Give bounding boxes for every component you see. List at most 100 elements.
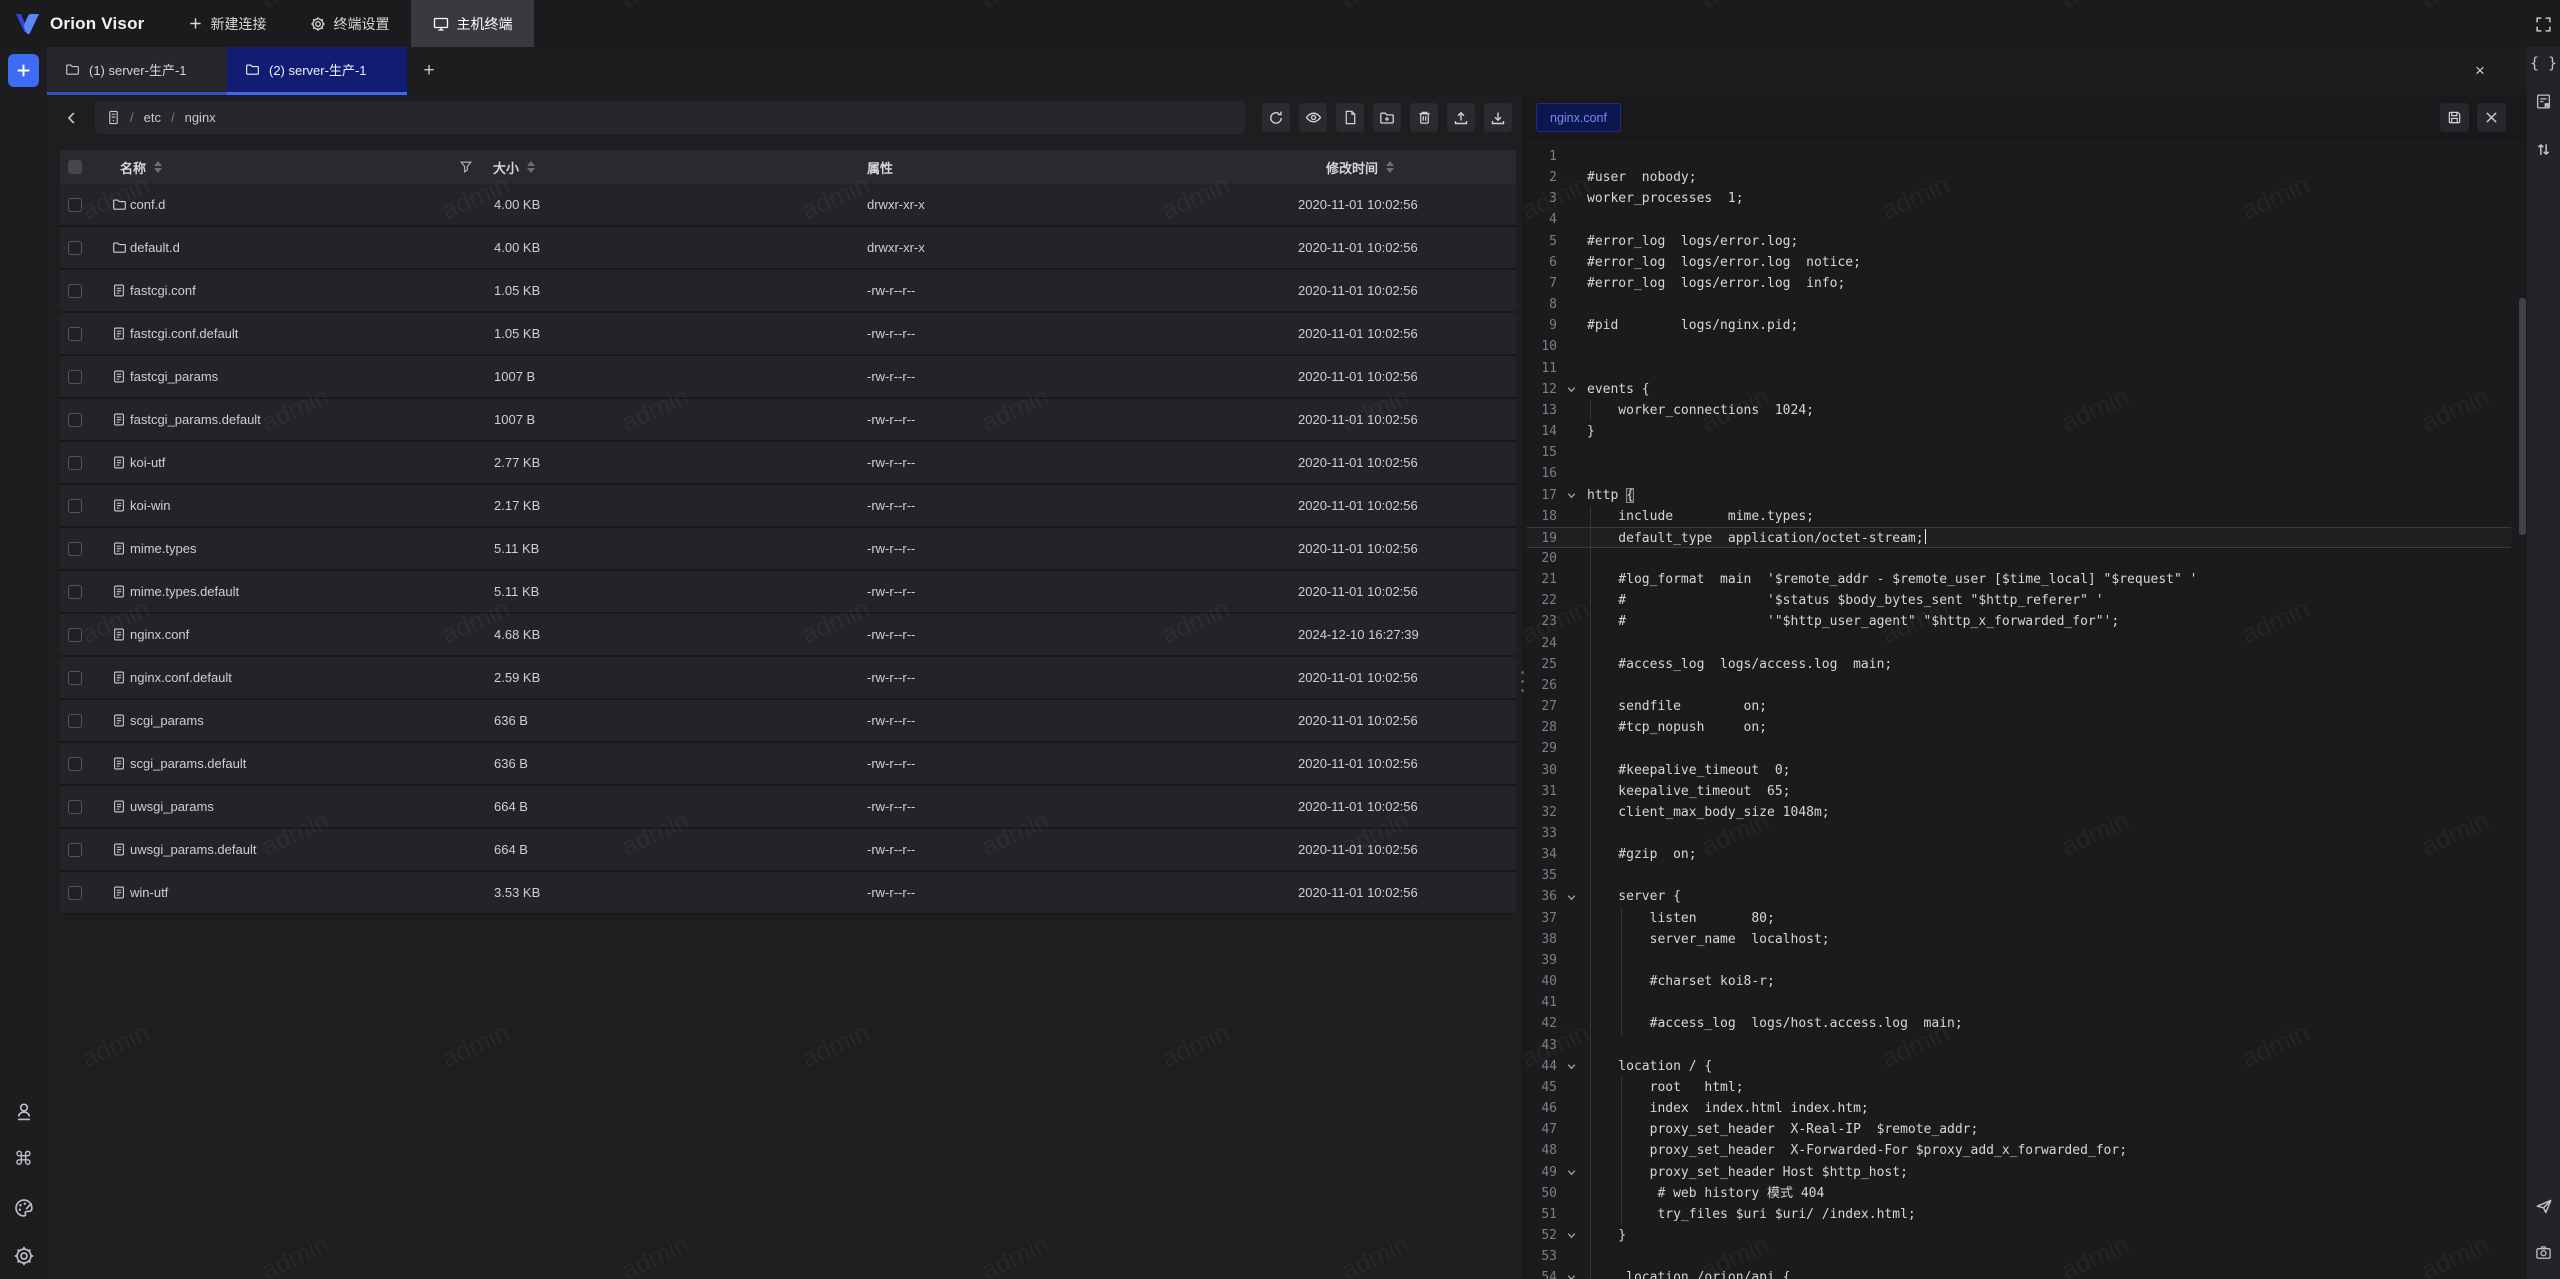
code-text[interactable]: #gzip on; bbox=[1581, 844, 2511, 865]
save-file-button[interactable] bbox=[2440, 103, 2469, 132]
code-text[interactable]: events { bbox=[1581, 379, 2511, 400]
file-name[interactable]: mime.types bbox=[130, 528, 196, 569]
upload-button[interactable] bbox=[1447, 103, 1475, 132]
row-checkbox[interactable] bbox=[68, 184, 82, 225]
column-header-name[interactable]: 名称 bbox=[120, 150, 162, 184]
file-name[interactable]: conf.d bbox=[130, 184, 165, 225]
file-name[interactable]: nginx.conf.default bbox=[130, 657, 232, 698]
code-text[interactable]: location /orion/api { bbox=[1581, 1267, 2511, 1279]
code-text[interactable] bbox=[1581, 146, 2511, 167]
close-panel-button[interactable]: × bbox=[2470, 61, 2490, 81]
saved-commands-button[interactable] bbox=[2530, 88, 2557, 115]
row-checkbox[interactable] bbox=[68, 227, 82, 268]
code-text[interactable]: include mime.types; bbox=[1581, 506, 2511, 527]
download-button[interactable] bbox=[1484, 103, 1512, 132]
row-checkbox[interactable] bbox=[68, 700, 82, 741]
code-text[interactable]: #error_log logs/error.log info; bbox=[1581, 273, 2511, 294]
file-name[interactable]: scgi_params bbox=[130, 700, 204, 741]
code-text[interactable]: #tcp_nopush on; bbox=[1581, 717, 2511, 738]
fold-toggle[interactable] bbox=[1562, 1267, 1581, 1279]
table-row[interactable]: uwsgi_params664 B-rw-r--r--2020-11-01 10… bbox=[60, 786, 1516, 829]
row-checkbox[interactable] bbox=[68, 485, 82, 526]
json-view-button[interactable]: { } bbox=[2530, 49, 2557, 76]
code-text[interactable] bbox=[1581, 738, 2511, 759]
breadcrumb-segment-etc[interactable]: etc bbox=[144, 110, 161, 125]
file-name[interactable]: fastcgi.conf.default bbox=[130, 313, 238, 354]
fold-toggle[interactable] bbox=[1562, 379, 1581, 400]
row-checkbox[interactable] bbox=[68, 442, 82, 483]
table-row[interactable]: fastcgi.conf1.05 KB-rw-r--r--2020-11-01 … bbox=[60, 270, 1516, 313]
code-text[interactable] bbox=[1581, 358, 2511, 379]
code-text[interactable]: #log_format main '$remote_addr - $remote… bbox=[1581, 569, 2511, 590]
file-name[interactable]: mime.types.default bbox=[130, 571, 239, 612]
code-text[interactable]: keepalive_timeout 65; bbox=[1581, 781, 2511, 802]
code-text[interactable] bbox=[1581, 950, 2511, 971]
connection-tab-2[interactable]: (2) server-生产-1 bbox=[227, 47, 407, 95]
code-text[interactable]: #pid logs/nginx.pid; bbox=[1581, 315, 2511, 336]
table-row[interactable]: conf.d4.00 KBdrwxr-xr-x2020-11-01 10:02:… bbox=[60, 184, 1516, 227]
file-name[interactable]: koi-utf bbox=[130, 442, 165, 483]
table-row[interactable]: win-utf3.53 KB-rw-r--r--2020-11-01 10:02… bbox=[60, 872, 1516, 915]
editor-file-tab[interactable]: nginx.conf bbox=[1536, 103, 1621, 132]
table-row[interactable]: nginx.conf.default2.59 KB-rw-r--r--2020-… bbox=[60, 657, 1516, 700]
code-text[interactable] bbox=[1581, 633, 2511, 654]
code-text[interactable]: #access_log logs/access.log main; bbox=[1581, 654, 2511, 675]
path-breadcrumb[interactable]: / etc / nginx bbox=[95, 101, 1245, 134]
new-connection-button[interactable] bbox=[8, 54, 39, 87]
settings-button[interactable] bbox=[10, 1242, 37, 1269]
sort-icon[interactable] bbox=[154, 161, 162, 173]
code-text[interactable]: # '$status $body_bytes_sent "$http_refer… bbox=[1581, 590, 2511, 611]
code-text[interactable]: worker_processes 1; bbox=[1581, 188, 2511, 209]
file-name[interactable]: koi-win bbox=[130, 485, 170, 526]
code-text[interactable] bbox=[1581, 1035, 2511, 1056]
table-row[interactable]: scgi_params636 B-rw-r--r--2020-11-01 10:… bbox=[60, 700, 1516, 743]
code-text[interactable]: # web history 模式 404 bbox=[1581, 1183, 2511, 1204]
row-checkbox[interactable] bbox=[68, 657, 82, 698]
new-tab-button[interactable]: + bbox=[407, 47, 451, 95]
table-row[interactable]: fastcgi_params1007 B-rw-r--r--2020-11-01… bbox=[60, 356, 1516, 399]
code-text[interactable] bbox=[1581, 992, 2511, 1013]
column-header-size[interactable]: 大小 bbox=[493, 150, 535, 184]
code-text[interactable]: # '"$http_user_agent" "$http_x_forwarded… bbox=[1581, 611, 2511, 632]
code-text[interactable]: server { bbox=[1581, 886, 2511, 907]
file-name[interactable]: fastcgi_params.default bbox=[130, 399, 261, 440]
file-name[interactable]: fastcgi.conf bbox=[130, 270, 196, 311]
show-hidden-button[interactable] bbox=[1299, 103, 1327, 132]
row-checkbox[interactable] bbox=[68, 528, 82, 569]
row-checkbox[interactable] bbox=[68, 872, 82, 913]
table-row[interactable]: koi-utf2.77 KB-rw-r--r--2020-11-01 10:02… bbox=[60, 442, 1516, 485]
fold-toggle[interactable] bbox=[1562, 886, 1581, 907]
code-text[interactable] bbox=[1581, 865, 2511, 886]
screenshot-button[interactable] bbox=[2530, 1239, 2557, 1266]
row-checkbox[interactable] bbox=[68, 270, 82, 311]
fold-toggle[interactable] bbox=[1562, 1162, 1581, 1183]
table-row[interactable]: scgi_params.default636 B-rw-r--r--2020-1… bbox=[60, 743, 1516, 786]
file-name[interactable]: uwsgi_params.default bbox=[130, 829, 256, 870]
row-checkbox[interactable] bbox=[68, 571, 82, 612]
app-logo[interactable]: Orion Visor bbox=[0, 12, 158, 36]
row-checkbox[interactable] bbox=[68, 786, 82, 827]
file-name[interactable]: nginx.conf bbox=[130, 614, 189, 655]
table-row[interactable]: fastcgi.conf.default1.05 KB-rw-r--r--202… bbox=[60, 313, 1516, 356]
code-text[interactable]: #user nobody; bbox=[1581, 167, 2511, 188]
code-text[interactable]: try_files $uri $uri/ /index.html; bbox=[1581, 1204, 2511, 1225]
code-text[interactable]: #keepalive_timeout 0; bbox=[1581, 760, 2511, 781]
table-row[interactable]: mime.types5.11 KB-rw-r--r--2020-11-01 10… bbox=[60, 528, 1516, 571]
code-text[interactable] bbox=[1581, 463, 2511, 484]
code-text[interactable]: worker_connections 1024; bbox=[1581, 400, 2511, 421]
back-button[interactable] bbox=[55, 101, 89, 134]
code-text[interactable]: proxy_set_header X-Forwarded-For $proxy_… bbox=[1581, 1140, 2511, 1161]
row-checkbox[interactable] bbox=[68, 399, 82, 440]
delete-button[interactable] bbox=[1410, 103, 1438, 132]
row-checkbox[interactable] bbox=[68, 829, 82, 870]
send-command-button[interactable] bbox=[2530, 1192, 2557, 1219]
transfer-list-button[interactable] bbox=[2530, 136, 2557, 163]
code-text[interactable]: default_type application/octet-stream; bbox=[1581, 528, 2511, 547]
code-text[interactable]: #charset koi8-r; bbox=[1581, 971, 2511, 992]
select-all-checkbox[interactable] bbox=[68, 160, 82, 174]
code-text[interactable]: location / { bbox=[1581, 1056, 2511, 1077]
code-text[interactable] bbox=[1581, 675, 2511, 696]
panel-resize-handle[interactable] bbox=[1518, 95, 1528, 1279]
code-text[interactable] bbox=[1581, 823, 2511, 844]
fold-toggle[interactable] bbox=[1562, 1225, 1581, 1246]
